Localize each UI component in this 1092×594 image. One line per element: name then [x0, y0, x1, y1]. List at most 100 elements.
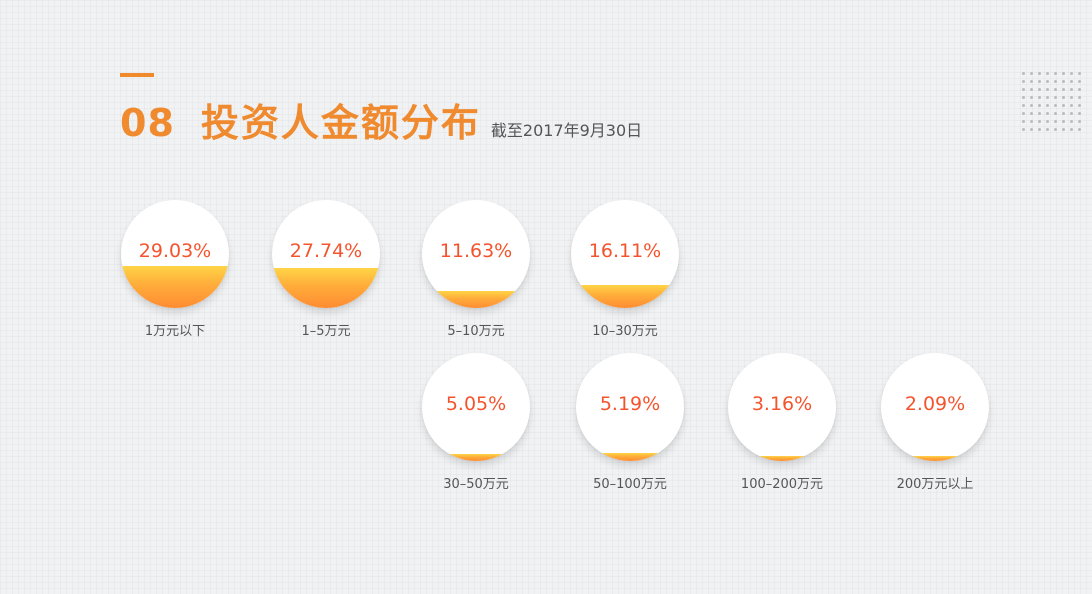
grid-dot — [1078, 128, 1081, 131]
grid-dot — [1054, 104, 1057, 107]
grid-dot — [1062, 96, 1065, 99]
bubble-circle: 3.16% — [728, 353, 836, 461]
grid-dot — [1030, 88, 1033, 91]
grid-dot — [1078, 96, 1081, 99]
grid-dot — [1022, 88, 1025, 91]
grid-dot — [1078, 80, 1081, 83]
grid-dot — [1054, 112, 1057, 115]
grid-dot — [1054, 120, 1057, 123]
grid-dot — [1046, 104, 1049, 107]
grid-dot — [1030, 80, 1033, 83]
grid-dot — [1046, 112, 1049, 115]
percent-label: 11.63% — [439, 240, 513, 262]
grid-dot — [1046, 120, 1049, 123]
grid-dot — [1062, 112, 1065, 115]
grid-dot — [1070, 128, 1073, 131]
grid-dot — [1078, 72, 1081, 75]
grid-dot — [1038, 128, 1041, 131]
bubble-fill — [881, 456, 989, 461]
title-accent-bar — [120, 73, 154, 77]
grid-dot — [1070, 88, 1073, 91]
grid-dot — [1070, 72, 1073, 75]
percent-label: 5.05% — [445, 393, 507, 415]
bubble-item: 29.03% 1万元以下 — [110, 200, 240, 339]
grid-dot — [1030, 72, 1033, 75]
grid-dot — [1038, 80, 1041, 83]
grid-dot — [1062, 72, 1065, 75]
percent-label: 29.03% — [138, 240, 212, 262]
bubble-circle: 5.19% — [576, 353, 684, 461]
percent-label: 2.09% — [904, 393, 966, 415]
grid-dot — [1046, 128, 1049, 131]
grid-dot — [1038, 104, 1041, 107]
grid-dot — [1022, 72, 1025, 75]
grid-dot — [1054, 80, 1057, 83]
grid-dot — [1022, 112, 1025, 115]
grid-dot — [1070, 80, 1073, 83]
bubble-fill — [422, 291, 530, 308]
grid-dot — [1030, 120, 1033, 123]
bubble-fill — [576, 453, 684, 461]
percent-label: 16.11% — [588, 240, 662, 262]
category-label: 100–200万元 — [740, 477, 824, 492]
grid-dot — [1030, 96, 1033, 99]
category-label: 1–5万元 — [301, 324, 351, 339]
grid-dot — [1078, 112, 1081, 115]
grid-dot — [1046, 80, 1049, 83]
bubble-item: 16.11% 10–30万元 — [560, 200, 690, 339]
grid-dot — [1046, 88, 1049, 91]
grid-dot — [1030, 112, 1033, 115]
bubble-circle: 11.63% — [422, 200, 530, 308]
bubble-fill — [121, 266, 229, 308]
title-text: 投资人金额分布 — [200, 101, 481, 145]
bubble-item: 27.74% 1–5万元 — [261, 200, 391, 339]
percent-label: 3.16% — [751, 393, 813, 415]
grid-dot — [1062, 120, 1065, 123]
grid-dot — [1070, 112, 1073, 115]
grid-dot — [1022, 120, 1025, 123]
grid-dot — [1078, 88, 1081, 91]
bubble-circle: 29.03% — [121, 200, 229, 308]
category-label: 50–100万元 — [593, 477, 667, 492]
page-title: 08 投资人金额分布 截至2017年9月30日 — [120, 92, 642, 147]
grid-dot — [1046, 96, 1049, 99]
grid-dot — [1070, 120, 1073, 123]
grid-dot — [1062, 88, 1065, 91]
grid-dot — [1078, 120, 1081, 123]
grid-dot — [1078, 104, 1081, 107]
grid-dot — [1062, 80, 1065, 83]
grid-dot — [1038, 88, 1041, 91]
bubble-circle: 27.74% — [272, 200, 380, 308]
grid-dot — [1070, 104, 1073, 107]
bubble-fill — [272, 268, 380, 308]
bubble-item: 5.19% 50–100万元 — [565, 353, 695, 492]
category-label: 1万元以下 — [144, 324, 206, 339]
category-label: 10–30万元 — [592, 324, 658, 339]
grid-dot — [1054, 128, 1057, 131]
grid-dot — [1070, 96, 1073, 99]
category-label: 30–50万元 — [443, 477, 509, 492]
bubble-circle: 2.09% — [881, 353, 989, 461]
bubble-item: 5.05% 30–50万元 — [411, 353, 541, 492]
grid-dot — [1062, 104, 1065, 107]
grid-dot — [1038, 72, 1041, 75]
date-subtitle: 截至2017年9月30日 — [490, 121, 643, 140]
bubble-fill — [422, 454, 530, 461]
grid-dot — [1022, 80, 1025, 83]
category-label: 5–10万元 — [447, 324, 505, 339]
percent-label: 27.74% — [289, 240, 363, 262]
grid-dot — [1038, 112, 1041, 115]
grid-dot — [1030, 128, 1033, 131]
bubble-circle: 16.11% — [571, 200, 679, 308]
bubble-item: 11.63% 5–10万元 — [411, 200, 541, 339]
bubble-item: 2.09% 200万元以上 — [870, 353, 1000, 492]
grid-dot — [1038, 96, 1041, 99]
grid-dot — [1054, 96, 1057, 99]
bubble-item: 3.16% 100–200万元 — [717, 353, 847, 492]
bubble-fill — [571, 285, 679, 308]
grid-dot — [1054, 72, 1057, 75]
bubble-fill — [728, 456, 836, 461]
grid-dot — [1062, 128, 1065, 131]
grid-dot — [1022, 104, 1025, 107]
grid-dot — [1046, 72, 1049, 75]
